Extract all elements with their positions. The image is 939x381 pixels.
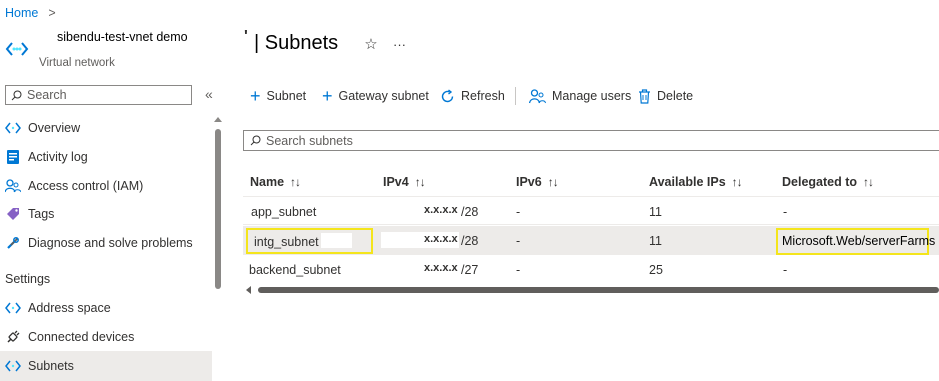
sidebar-item-diagnose[interactable]: Diagnose and solve problems	[0, 229, 212, 257]
page-title-prefix: '	[244, 28, 248, 45]
users-icon	[529, 88, 546, 104]
plus-icon: +	[322, 85, 333, 106]
delete-button[interactable]: Delete	[638, 87, 693, 105]
sidebar-item-label: Activity log	[28, 150, 88, 164]
sidebar-item-subnets[interactable]: Subnets	[0, 351, 212, 381]
search-subnets-input[interactable]: Search subnets	[243, 130, 939, 151]
tag-icon	[5, 206, 21, 222]
subnet-ipv4: x.x.x.x	[424, 262, 458, 274]
table-horizontal-scrollbar[interactable]	[243, 285, 939, 295]
subnet-delegated-to: Microsoft.Web/serverFarms	[782, 234, 936, 248]
search-icon	[249, 135, 261, 146]
subnet-ipv6: -	[516, 263, 521, 277]
subnet-delegated-to: -	[783, 205, 788, 219]
subnet-name[interactable]: backend_subnet	[249, 263, 341, 277]
sidebar-item-label: Diagnose and solve problems	[28, 236, 193, 250]
vnet-icon	[5, 120, 21, 136]
scroll-up-arrow[interactable]	[214, 117, 222, 122]
sidebar-item-label: Overview	[28, 121, 81, 135]
subnet-ipv6: -	[516, 205, 521, 219]
sort-icon: ↑↓	[290, 175, 301, 189]
subnet-available-ips: 25	[649, 263, 663, 277]
subnet-delegated-to: -	[783, 263, 788, 277]
sidebar-item-label: Connected devices	[28, 330, 135, 344]
sidebar-section-settings: Settings	[5, 272, 51, 286]
breadcrumb-home-link[interactable]: Home	[5, 6, 38, 20]
refresh-icon	[440, 88, 455, 104]
sidebar-scrollbar[interactable]	[214, 115, 222, 381]
trash-icon	[638, 88, 651, 104]
column-header-label: Available IPs	[649, 175, 726, 189]
table-row[interactable]	[243, 256, 939, 283]
wrench-icon	[5, 235, 21, 251]
sort-icon: ↑↓	[863, 175, 874, 189]
add-subnet-button[interactable]: + Subnet	[250, 85, 307, 106]
sidebar-item-label: Address space	[28, 301, 111, 315]
sidebar-item-connected-devices[interactable]: Connected devices	[0, 323, 212, 351]
table-row[interactable]	[243, 197, 939, 225]
more-options-button[interactable]: ···	[393, 37, 406, 52]
sort-icon: ↑↓	[414, 175, 426, 189]
sidebar-item-label: Tags	[28, 207, 55, 221]
refresh-button[interactable]: Refresh	[440, 87, 505, 105]
sidebar-search-placeholder: Search	[27, 88, 67, 102]
vnet-icon	[5, 358, 21, 374]
column-header-name[interactable]: Name ↑↓	[250, 175, 301, 189]
resource-name: sibendu-test-vnet demo	[57, 30, 188, 44]
column-header-ipv6[interactable]: IPv6 ↑↓	[516, 175, 559, 189]
column-header-delegated-to[interactable]: Delegated to ↑↓	[782, 175, 874, 189]
toolbar-divider	[515, 87, 516, 105]
breadcrumb-separator: >	[48, 6, 56, 20]
iam-icon	[5, 178, 21, 194]
subnet-ipv4-prefix: /27	[461, 263, 479, 277]
column-header-label: Name	[250, 175, 285, 189]
column-header-label: IPv4	[383, 175, 409, 189]
manage-users-label: Manage users	[552, 89, 632, 103]
add-subnet-label: Subnet	[266, 89, 307, 103]
breadcrumb: Home >	[5, 6, 56, 20]
column-header-label: Delegated to	[782, 175, 858, 189]
sidebar-item-activity-log[interactable]: Activity log	[0, 143, 212, 171]
add-gateway-subnet-label: Gateway subnet	[338, 89, 429, 103]
plus-icon: +	[250, 85, 261, 106]
manage-users-button[interactable]: Manage users	[529, 87, 631, 105]
column-header-available-ips[interactable]: Available IPs ↑↓	[649, 175, 743, 189]
vnet-icon	[5, 300, 21, 316]
sidebar-item-label: Access control (IAM)	[28, 179, 144, 193]
scrollbar-thumb[interactable]	[258, 287, 939, 293]
subnet-ipv6: -	[516, 234, 521, 248]
subnet-ipv4-prefix: /28	[461, 234, 479, 248]
add-gateway-subnet-button[interactable]: + Gateway subnet	[322, 85, 429, 106]
sidebar-item-label: Subnets	[28, 359, 74, 373]
refresh-label: Refresh	[461, 89, 505, 103]
subnet-ipv4: x.x.x.x	[424, 204, 458, 216]
subnet-available-ips: 11	[649, 234, 662, 248]
plug-icon	[5, 329, 21, 345]
favorite-star-icon[interactable]: ☆	[363, 36, 379, 53]
sidebar-item-access-control[interactable]: Access control (IAM)	[0, 172, 212, 200]
collapse-sidebar-button[interactable]: «	[205, 86, 213, 102]
sidebar-search-box[interactable]: Search	[5, 85, 192, 105]
scroll-left-arrow[interactable]	[246, 286, 251, 294]
vnet-resource-icon	[5, 39, 29, 59]
scrollbar-thumb[interactable]	[215, 129, 221, 289]
subnet-ipv4: x.x.x.x	[424, 233, 458, 245]
subnet-available-ips: 11	[649, 205, 662, 219]
column-header-label: IPv6	[516, 175, 542, 189]
sort-icon: ↑↓	[547, 175, 559, 189]
sidebar-item-address-space[interactable]: Address space	[0, 294, 212, 322]
search-subnets-placeholder: Search subnets	[266, 133, 353, 148]
subnet-name[interactable]: intg_subnet	[254, 235, 319, 249]
page-title: | Subnets	[254, 32, 339, 54]
column-header-ipv4[interactable]: IPv4 ↑↓	[383, 175, 426, 189]
subnet-name[interactable]: app_subnet	[251, 205, 316, 219]
activity-log-icon	[5, 149, 21, 165]
delete-label: Delete	[657, 89, 694, 103]
resource-type: Virtual network	[39, 57, 115, 69]
search-icon	[10, 90, 22, 101]
sidebar-item-tags[interactable]: Tags	[0, 200, 212, 228]
sort-icon: ↑↓	[731, 175, 743, 189]
subnet-ipv4-prefix: /28	[461, 205, 479, 219]
sidebar-item-overview[interactable]: Overview	[0, 114, 212, 142]
